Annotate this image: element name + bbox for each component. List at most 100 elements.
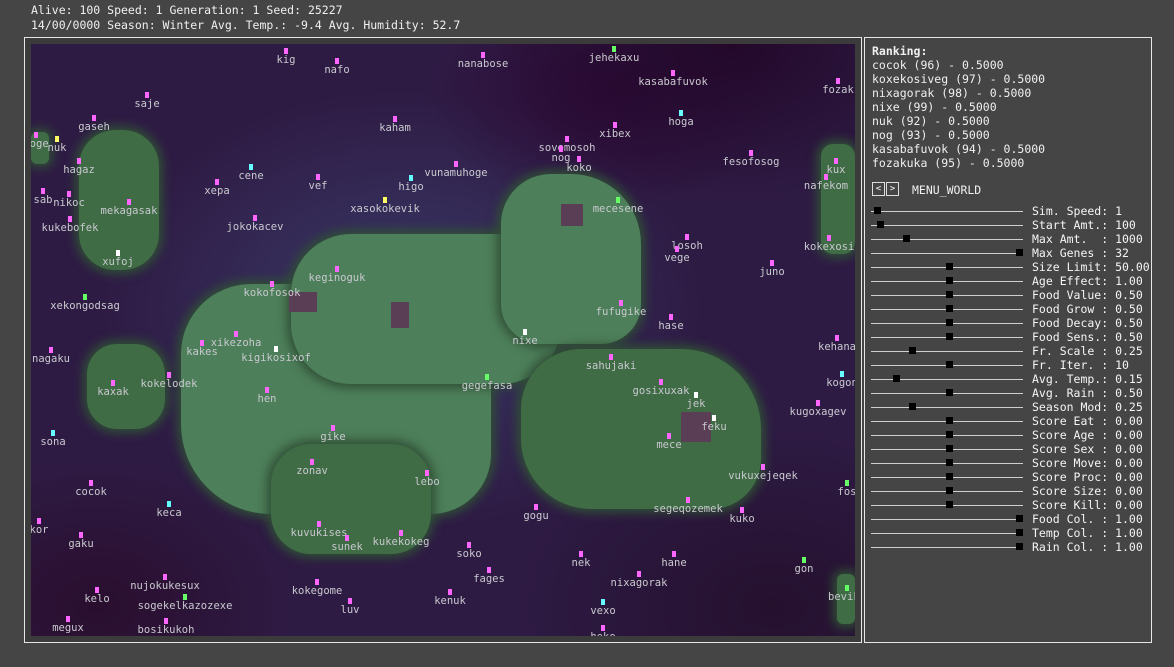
parameter-slider[interactable]: Food Col. : 1.00 xyxy=(871,512,1147,526)
creature-marker[interactable] xyxy=(686,497,690,503)
slider-handle[interactable] xyxy=(946,319,953,326)
creature-marker[interactable] xyxy=(619,300,623,306)
parameter-slider[interactable]: Max Amt. : 1000 xyxy=(871,232,1147,246)
parameter-slider[interactable]: Food Sens.: 0.50 xyxy=(871,330,1147,344)
creature-marker[interactable] xyxy=(253,215,257,221)
creature-marker[interactable] xyxy=(467,542,471,548)
slider-handle[interactable] xyxy=(946,473,953,480)
creature-marker[interactable] xyxy=(92,115,96,121)
slider-handle[interactable] xyxy=(1016,249,1023,256)
parameter-slider[interactable]: Food Grow : 0.50 xyxy=(871,302,1147,316)
creature-marker[interactable] xyxy=(345,535,349,541)
parameter-slider[interactable]: Size Limit: 50.00 xyxy=(871,260,1150,274)
creature-marker[interactable] xyxy=(824,174,828,180)
parameter-slider[interactable]: Score Proc: 0.00 xyxy=(871,470,1147,484)
parameter-slider[interactable]: Rain Col. : 1.00 xyxy=(871,540,1147,554)
parameter-slider[interactable]: Fr. Scale : 0.25 xyxy=(871,344,1147,358)
creature-marker[interactable] xyxy=(55,136,59,142)
creature-marker[interactable] xyxy=(234,331,238,337)
parameter-slider[interactable]: Score Kill: 0.00 xyxy=(871,498,1147,512)
creature-marker[interactable] xyxy=(37,518,41,524)
parameter-slider[interactable]: Score Size: 0.00 xyxy=(871,484,1147,498)
creature-marker[interactable] xyxy=(167,372,171,378)
creature-marker[interactable] xyxy=(265,387,269,393)
creature-marker[interactable] xyxy=(83,294,87,300)
creature-marker[interactable] xyxy=(95,587,99,593)
creature-marker[interactable] xyxy=(579,551,583,557)
creature-marker[interactable] xyxy=(485,374,489,380)
creature-marker[interactable] xyxy=(316,174,320,180)
parameter-slider[interactable]: Score Age : 0.00 xyxy=(871,428,1147,442)
slider-handle[interactable] xyxy=(946,431,953,438)
creature-marker[interactable] xyxy=(601,599,605,605)
creature-marker[interactable] xyxy=(613,122,617,128)
creature-marker[interactable] xyxy=(317,521,321,527)
creature-marker[interactable] xyxy=(51,430,55,436)
parameter-slider[interactable]: Avg. Temp.: 0.15 xyxy=(871,372,1147,386)
creature-marker[interactable] xyxy=(669,314,673,320)
creature-marker[interactable] xyxy=(34,132,38,138)
slider-handle[interactable] xyxy=(946,263,953,270)
slider-track[interactable] xyxy=(871,211,1023,212)
creature-marker[interactable] xyxy=(577,156,581,162)
creature-marker[interactable] xyxy=(67,191,71,197)
creature-marker[interactable] xyxy=(270,281,274,287)
parameter-slider[interactable]: Score Move: 0.00 xyxy=(871,456,1147,470)
creature-marker[interactable] xyxy=(116,250,120,256)
slider-handle[interactable] xyxy=(909,347,916,354)
slider-handle[interactable] xyxy=(946,291,953,298)
creature-marker[interactable] xyxy=(637,571,641,577)
creature-marker[interactable] xyxy=(163,574,167,580)
creature-marker[interactable] xyxy=(183,594,187,600)
creature-marker[interactable] xyxy=(816,400,820,406)
creature-marker[interactable] xyxy=(200,340,204,346)
creature-marker[interactable] xyxy=(335,266,339,272)
creature-marker[interactable] xyxy=(315,579,319,585)
slider-handle[interactable] xyxy=(877,221,884,228)
parameter-slider[interactable]: Start Amt.: 100 xyxy=(871,218,1147,232)
creature-marker[interactable] xyxy=(534,504,538,510)
creature-marker[interactable] xyxy=(79,532,83,538)
creature-marker[interactable] xyxy=(335,58,339,64)
creature-marker[interactable] xyxy=(685,234,689,240)
creature-marker[interactable] xyxy=(49,347,53,353)
creature-marker[interactable] xyxy=(836,78,840,84)
parameter-slider[interactable]: Temp Col. : 1.00 xyxy=(871,526,1147,540)
creature-marker[interactable] xyxy=(393,116,397,122)
creature-marker[interactable] xyxy=(845,480,849,486)
creature-marker[interactable] xyxy=(481,52,485,58)
parameter-slider[interactable]: Food Decay: 0.50 xyxy=(871,316,1147,330)
creature-marker[interactable] xyxy=(827,235,831,241)
creature-marker[interactable] xyxy=(559,146,563,152)
creature-marker[interactable] xyxy=(167,501,171,507)
slider-track[interactable] xyxy=(871,547,1023,548)
slider-handle[interactable] xyxy=(893,375,900,382)
creature-marker[interactable] xyxy=(284,48,288,54)
creature-marker[interactable] xyxy=(145,92,149,98)
parameter-slider[interactable]: Score Sex : 0.00 xyxy=(871,442,1147,456)
slider-track[interactable] xyxy=(871,533,1023,534)
creature-marker[interactable] xyxy=(845,585,849,591)
creature-marker[interactable] xyxy=(523,329,527,335)
creature-marker[interactable] xyxy=(111,380,115,386)
creature-marker[interactable] xyxy=(667,433,671,439)
creature-marker[interactable] xyxy=(834,158,838,164)
slider-handle[interactable] xyxy=(946,417,953,424)
creature-marker[interactable] xyxy=(740,507,744,513)
creature-marker[interactable] xyxy=(835,335,839,341)
creature-marker[interactable] xyxy=(749,150,753,156)
creature-marker[interactable] xyxy=(609,354,613,360)
creature-marker[interactable] xyxy=(249,164,253,170)
creature-marker[interactable] xyxy=(802,557,806,563)
parameter-slider[interactable]: Food Value: 0.50 xyxy=(871,288,1147,302)
creature-marker[interactable] xyxy=(840,371,844,377)
creature-marker[interactable] xyxy=(761,464,765,470)
creature-marker[interactable] xyxy=(409,175,413,181)
slider-handle[interactable] xyxy=(946,333,953,340)
slider-handle[interactable] xyxy=(946,305,953,312)
creature-marker[interactable] xyxy=(454,161,458,167)
slider-track[interactable] xyxy=(871,253,1023,254)
creature-marker[interactable] xyxy=(41,188,45,194)
creature-marker[interactable] xyxy=(616,197,620,203)
creature-marker[interactable] xyxy=(68,216,72,222)
